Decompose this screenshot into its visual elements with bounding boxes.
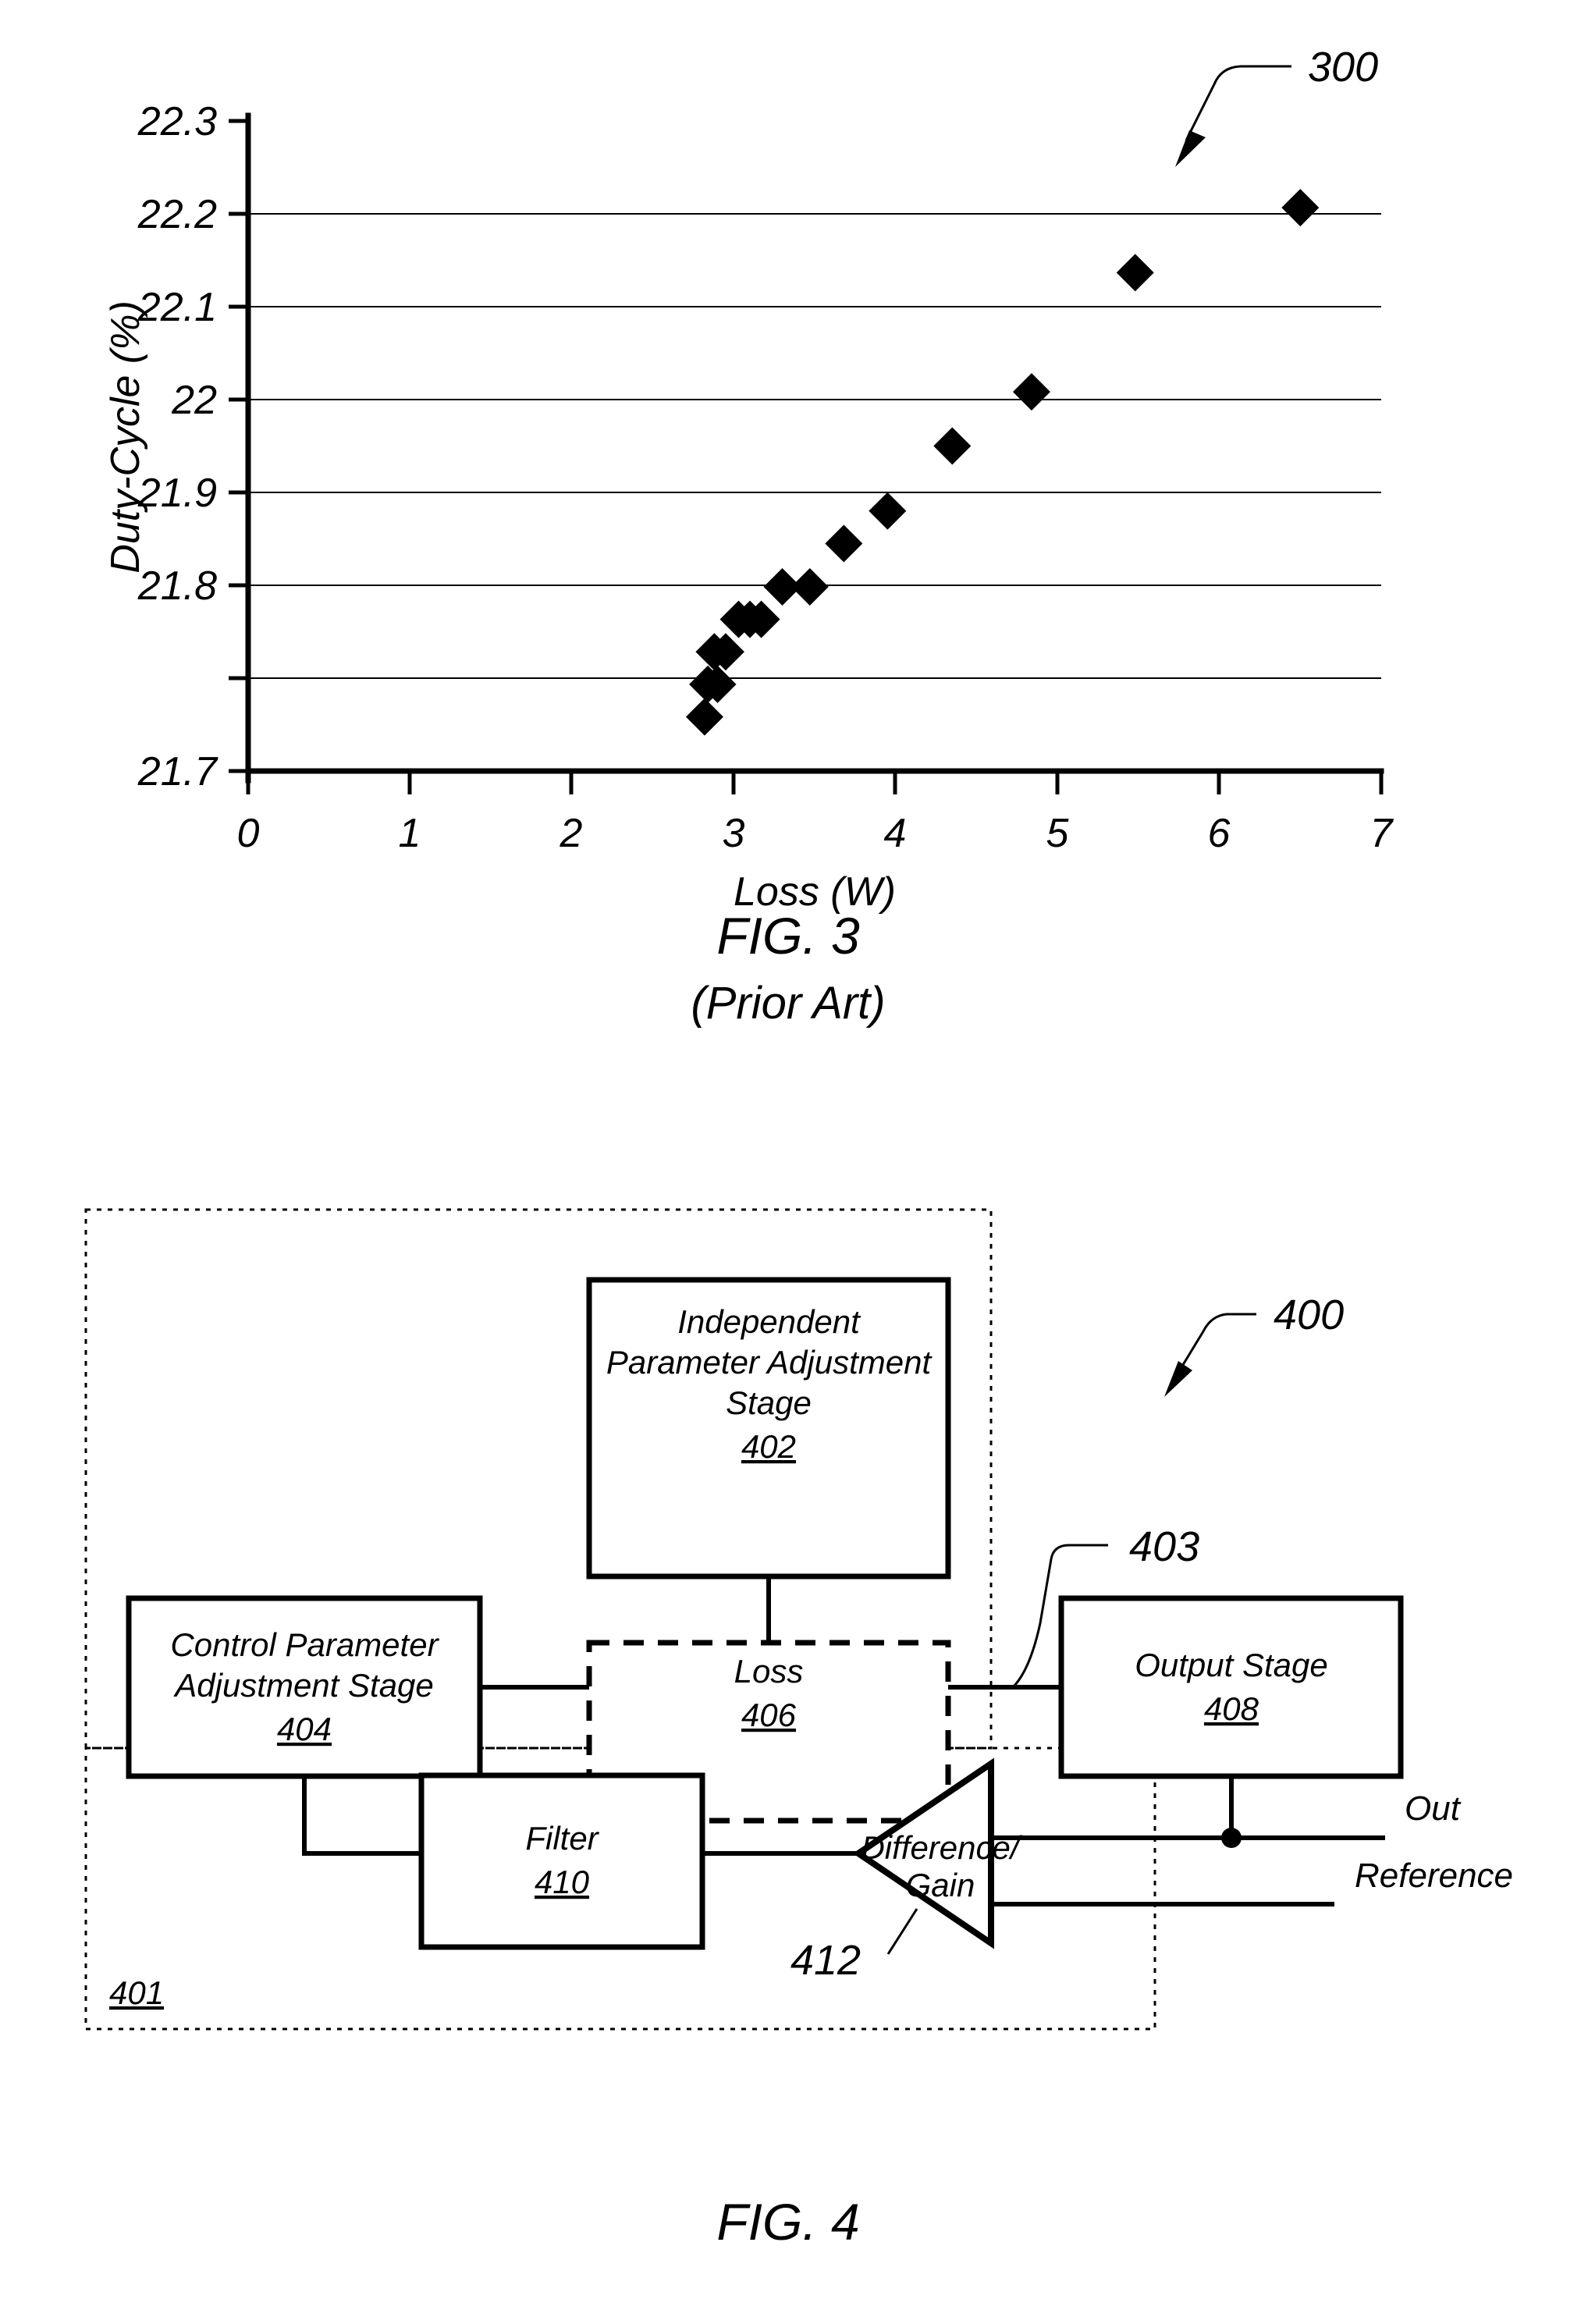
block-408-line-1: Output Stage — [1135, 1647, 1328, 1683]
patent-figure-page: 22.3 22.2 22.1 22 21.9 21.8 21.7 0 1 2 3 — [0, 0, 1588, 2324]
chart-y-tick-labels: 22.3 22.2 22.1 22 21.9 21.8 21.7 — [137, 99, 218, 794]
chart-data-markers — [685, 189, 1320, 736]
chart-x-tick-labels: 0 1 2 3 4 5 6 7 — [237, 811, 1394, 856]
block-404-line-2: Adjustment Stage — [172, 1667, 434, 1704]
block-404-line-1: Control Parameter — [170, 1626, 439, 1663]
block-filter[interactable]: Filter 410 — [418, 1772, 705, 1950]
figure-4-caption: FIG. 4 — [716, 2193, 859, 2251]
chart-data-point — [869, 492, 907, 530]
y-tick-label: 22.2 — [137, 192, 217, 237]
chart-data-point — [1281, 189, 1320, 227]
callout-400-label: 400 — [1274, 1292, 1344, 1338]
chart-data-point — [933, 427, 972, 465]
chart-data-point — [790, 567, 829, 606]
y-tick-label: 22.3 — [137, 99, 217, 144]
figure-3-caption: FIG. 3 — [716, 907, 860, 965]
block-402-line-2: Parameter Adjustment — [606, 1344, 933, 1381]
x-tick-label: 2 — [560, 811, 583, 856]
block-412-line-2: Gain — [906, 1867, 975, 1903]
callout-403-label: 403 — [1129, 1523, 1199, 1570]
y-tick-label: 21.8 — [137, 563, 217, 609]
chart-data-point — [825, 524, 863, 563]
block-output-stage[interactable]: Output Stage 408 — [1058, 1595, 1404, 1779]
chart-gridlines — [248, 213, 1381, 679]
y-axis-title: Duty-Cycle (%) — [103, 300, 148, 574]
callout-300: 300 — [1175, 44, 1378, 167]
chart-y-axis — [229, 112, 251, 784]
block-402-line-1: Independent — [677, 1303, 861, 1340]
callout-412-label: 412 — [790, 1937, 861, 1984]
chart-data-point — [1012, 373, 1050, 411]
x-tick-label: 1 — [399, 811, 421, 856]
chart-data-point — [1116, 254, 1154, 292]
block-410-ref: 410 — [535, 1864, 590, 1900]
block-412-line-1: Difference/ — [861, 1829, 1022, 1866]
block-408-ref: 408 — [1204, 1690, 1259, 1727]
x-tick-label: 3 — [723, 811, 745, 856]
x-tick-label: 4 — [884, 811, 907, 856]
block-406-ref: 406 — [741, 1697, 797, 1733]
y-tick-label: 21.9 — [137, 471, 217, 516]
block-402-line-3: Stage — [726, 1384, 812, 1421]
callout-300-label: 300 — [1308, 44, 1378, 91]
callout-400: 400 — [1164, 1292, 1344, 1397]
container-ref-401: 401 — [109, 1974, 164, 2011]
block-404-ref: 404 — [277, 1711, 332, 1747]
x-tick-label: 7 — [1370, 811, 1394, 856]
block-independent-parameter-adjustment-stage[interactable]: Independent Parameter Adjustment Stage 4… — [586, 1277, 951, 1580]
x-tick-label: 0 — [237, 811, 260, 856]
figure-4-block-diagram: Independent Parameter Adjustment Stage 4… — [84, 1208, 1513, 2251]
block-control-parameter-adjustment-stage[interactable]: Control Parameter Adjustment Stage 404 — [126, 1595, 483, 1779]
figure-3-scatter-chart: 22.3 22.2 22.1 22 21.9 21.8 21.7 0 1 2 3 — [103, 44, 1394, 1029]
io-label-out: Out — [1405, 1789, 1462, 1828]
x-tick-label: 5 — [1046, 811, 1070, 856]
chart-data-point — [685, 698, 723, 736]
y-tick-label: 22 — [171, 378, 217, 423]
figure-3-subcaption: (Prior Art) — [691, 978, 885, 1029]
y-tick-label: 22.1 — [137, 285, 217, 330]
block-410-line-1: Filter — [525, 1820, 599, 1857]
block-406-line-1: Loss — [734, 1653, 804, 1690]
chart-x-axis — [245, 768, 1384, 794]
y-tick-label: 21.7 — [137, 749, 218, 794]
output-junction-dot — [1221, 1828, 1242, 1848]
block-402-ref: 402 — [741, 1428, 796, 1465]
x-tick-label: 6 — [1208, 811, 1231, 856]
io-label-reference: Reference — [1355, 1857, 1513, 1895]
